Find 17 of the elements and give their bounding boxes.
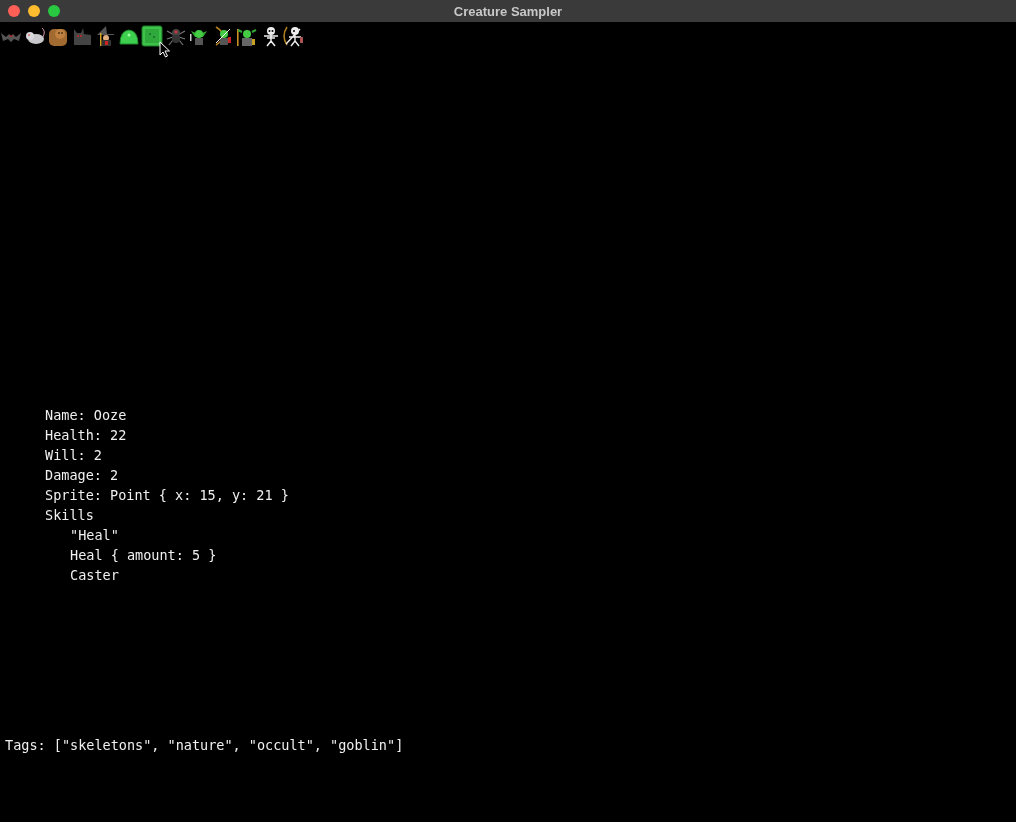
skill-line: Heal { amount: 5 } <box>70 546 217 565</box>
skills-label: Skills <box>45 506 94 525</box>
skill-line: "Heal" <box>70 526 119 545</box>
stat-line: Sprite: Point { x: 15, y: 21 } <box>45 486 289 505</box>
zoom-button[interactable] <box>48 5 60 17</box>
cube-icon[interactable] <box>141 25 163 47</box>
stat-line: Damage: 2 <box>45 466 119 485</box>
stat-line: Will: 2 <box>45 446 102 465</box>
skeleton-archer-icon[interactable] <box>282 25 304 47</box>
close-button[interactable] <box>8 5 20 17</box>
minimize-button[interactable] <box>28 5 40 17</box>
stat-line: Health: 22 <box>45 426 127 445</box>
window-title: Creature Sampler <box>453 3 563 19</box>
stat-line: Name: Ooze <box>45 406 127 425</box>
tags-line: Tags: ["skeletons", "nature", "occult", "goblin"] <box>5 736 404 755</box>
skill-line: Caster <box>70 566 119 585</box>
rat-icon[interactable] <box>23 25 46 47</box>
